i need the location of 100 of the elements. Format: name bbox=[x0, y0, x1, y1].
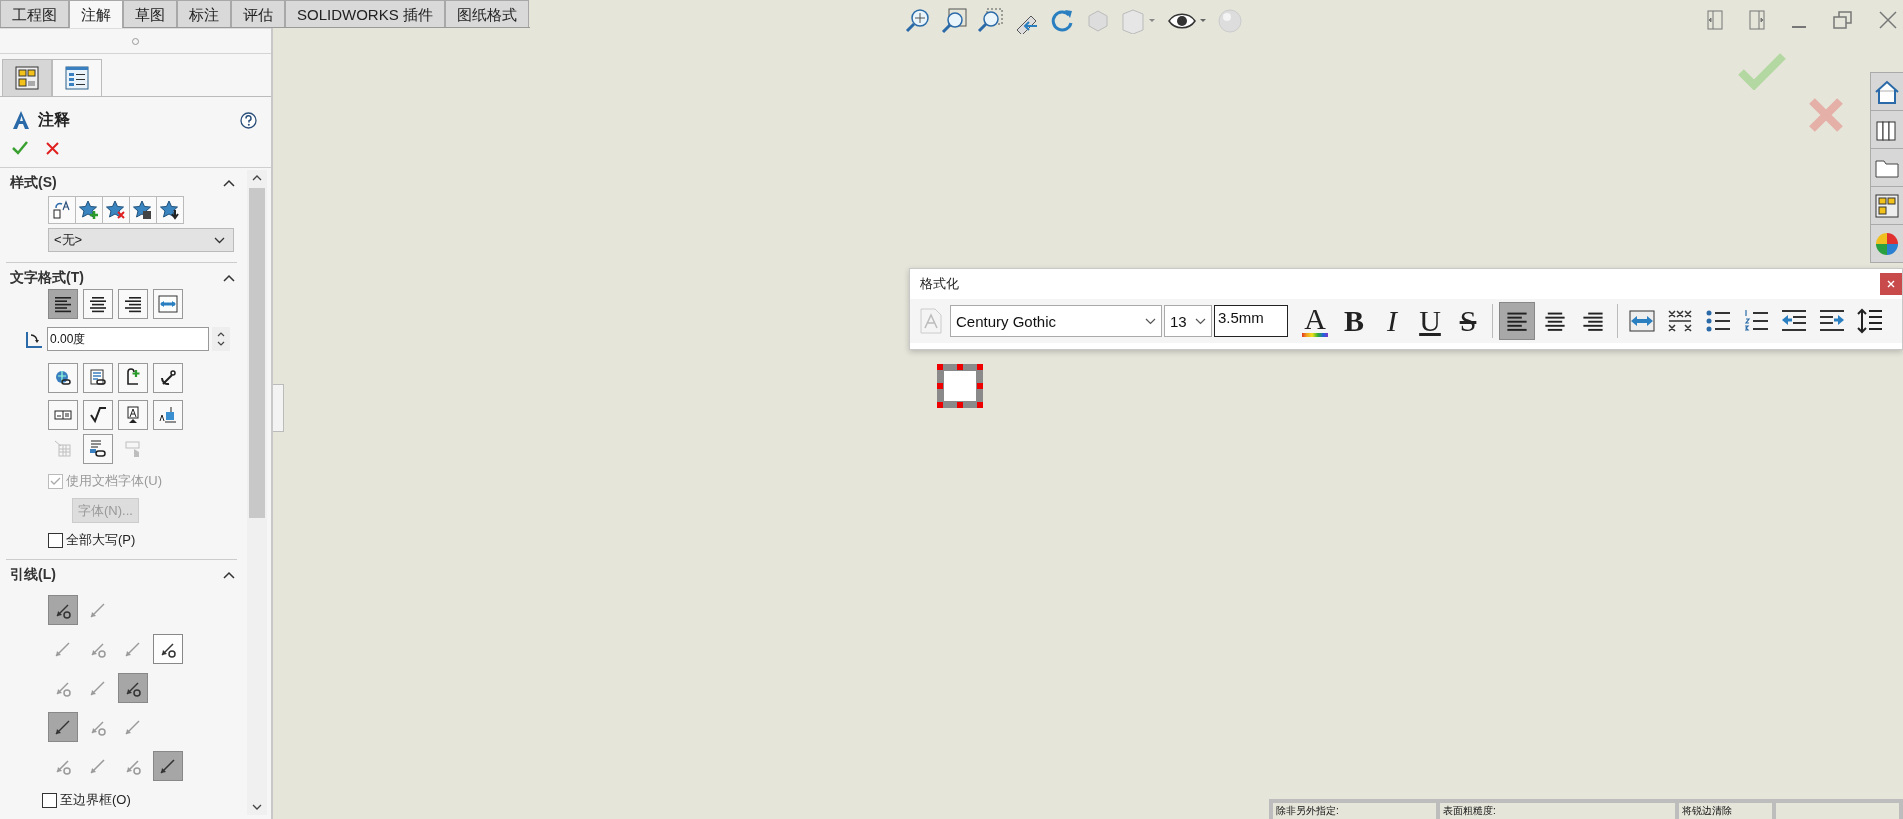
style-tool-button[interactable] bbox=[156, 196, 184, 224]
selected-note-box[interactable] bbox=[937, 364, 983, 408]
section-title: 文字格式(T) bbox=[10, 269, 84, 287]
align-button[interactable] bbox=[1499, 302, 1535, 340]
leader-arrow-icon bbox=[88, 678, 108, 698]
letter-a-icon bbox=[12, 110, 30, 130]
italic-button[interactable]: I bbox=[1374, 302, 1410, 340]
close-icon bbox=[1887, 280, 1895, 288]
task-pane-tab[interactable] bbox=[1870, 72, 1903, 111]
annotation-tool-button[interactable] bbox=[118, 363, 148, 393]
star-icon bbox=[79, 200, 99, 220]
leader-arrow-icon bbox=[123, 717, 143, 737]
chevron-down-icon bbox=[214, 236, 225, 244]
frame-hand-icon bbox=[123, 439, 143, 459]
outdent-icon bbox=[1781, 309, 1807, 333]
align-button[interactable] bbox=[118, 289, 148, 319]
rotate-icon[interactable] bbox=[1049, 8, 1075, 34]
star-icon bbox=[160, 200, 180, 220]
anchor-icon bbox=[158, 368, 178, 388]
annotation-tool-button[interactable] bbox=[83, 363, 113, 393]
close-icon[interactable] bbox=[1879, 11, 1897, 29]
dock-left-icon[interactable] bbox=[1707, 10, 1723, 30]
table-icon bbox=[53, 439, 73, 459]
task-pane-tab[interactable] bbox=[1870, 224, 1903, 263]
document-arrow-icon bbox=[52, 200, 72, 220]
text-align-icon bbox=[88, 294, 108, 314]
panel-tab[interactable] bbox=[2, 59, 52, 96]
close-button[interactable] bbox=[1880, 273, 1902, 295]
text-link-icon bbox=[88, 439, 108, 459]
collapse-icon[interactable] bbox=[223, 274, 235, 282]
scrollbar[interactable] bbox=[247, 170, 267, 815]
annotation-tool-button[interactable] bbox=[48, 363, 78, 393]
align-button[interactable] bbox=[83, 289, 113, 319]
leader-arrow-icon bbox=[88, 600, 108, 620]
list-link-icon bbox=[88, 368, 108, 388]
window-title: 格式化 bbox=[920, 275, 959, 293]
ribbon-tab[interactable]: 评估 bbox=[231, 0, 285, 27]
task-pane-tab[interactable] bbox=[1870, 110, 1903, 149]
style-tool-button[interactable] bbox=[75, 196, 103, 224]
zoom-icon[interactable] bbox=[905, 8, 931, 34]
leader-arrow-icon bbox=[53, 639, 73, 659]
collapse-icon[interactable] bbox=[223, 571, 235, 579]
underline-button[interactable]: U bbox=[1412, 302, 1448, 340]
confirm-check-icon[interactable] bbox=[1738, 52, 1786, 90]
panel-collapse-handle[interactable] bbox=[273, 384, 284, 432]
all-caps-checkbox[interactable]: 全部大写(P) bbox=[48, 531, 243, 549]
align-button[interactable] bbox=[48, 289, 78, 319]
layout-icon bbox=[15, 66, 39, 90]
ok-check-icon[interactable] bbox=[12, 141, 28, 155]
leader-style-button[interactable] bbox=[118, 673, 148, 703]
task-pane-tab[interactable] bbox=[1870, 148, 1903, 187]
check-icon bbox=[50, 476, 61, 486]
font-size-dropdown[interactable]: 13 bbox=[1164, 305, 1212, 337]
style-tool-button[interactable] bbox=[129, 196, 157, 224]
section-title: 引线(L) bbox=[10, 566, 56, 584]
ribbon-tab[interactable]: 图纸格式 bbox=[444, 0, 529, 27]
indent-icon bbox=[1819, 309, 1845, 333]
ribbon-tab[interactable]: 注解 bbox=[69, 0, 123, 28]
scroll-up-icon[interactable] bbox=[252, 174, 262, 182]
dock-right-icon[interactable] bbox=[1749, 10, 1765, 30]
ribbon-tab[interactable]: 工程图 bbox=[0, 0, 69, 27]
title-block-cell: 将锐边清除 bbox=[1679, 803, 1776, 819]
font-dropdown[interactable]: Century Gothic bbox=[950, 305, 1162, 337]
style-dropdown[interactable]: <无> bbox=[48, 228, 234, 252]
panel-tab[interactable] bbox=[52, 59, 102, 96]
font-color-button[interactable]: A bbox=[1302, 305, 1328, 337]
help-icon[interactable] bbox=[240, 111, 257, 129]
surface-finish-icon bbox=[88, 405, 108, 425]
leader-arrow-icon bbox=[53, 717, 73, 737]
style-tool-button[interactable] bbox=[102, 196, 130, 224]
globe-link-icon bbox=[53, 368, 73, 388]
collapse-icon[interactable] bbox=[223, 179, 235, 187]
bullet-list-icon bbox=[1705, 309, 1731, 333]
angle-field[interactable]: 0.00度 bbox=[47, 327, 209, 351]
leader-style-button[interactable] bbox=[153, 634, 183, 664]
scroll-down-icon[interactable] bbox=[252, 803, 262, 811]
ribbon-tab[interactable]: 草图 bbox=[123, 0, 177, 27]
leader-style-button[interactable] bbox=[48, 595, 78, 625]
annotation-tool-button[interactable] bbox=[118, 400, 148, 430]
house-icon bbox=[1874, 78, 1900, 105]
spinner-button[interactable] bbox=[212, 327, 230, 351]
strike-button[interactable]: S bbox=[1450, 302, 1486, 340]
fit-text-button[interactable] bbox=[153, 289, 183, 319]
annotation-tool-button[interactable] bbox=[83, 434, 113, 464]
ribbon-tab[interactable]: SOLIDWORKS 插件 bbox=[285, 0, 445, 27]
zoom-fit-icon[interactable] bbox=[941, 8, 967, 34]
leader-arrow-icon bbox=[158, 756, 178, 776]
ribbon-tab[interactable]: 标注 bbox=[177, 0, 231, 27]
task-pane-tab[interactable] bbox=[1870, 186, 1903, 225]
text-height-field[interactable]: 3.5mm bbox=[1214, 305, 1288, 337]
section-title: 样式(S) bbox=[10, 174, 57, 192]
restore-icon[interactable] bbox=[1833, 10, 1853, 30]
bold-button[interactable]: B bbox=[1336, 302, 1372, 340]
panel-title: 注释 bbox=[38, 109, 70, 130]
property-list-icon bbox=[65, 66, 89, 90]
cancel-icon[interactable] bbox=[46, 141, 59, 155]
zoom-area-icon[interactable] bbox=[977, 8, 1003, 34]
annotation-tool-button[interactable] bbox=[153, 363, 183, 393]
to-border-checkbox[interactable]: 至边界框(O) bbox=[42, 791, 243, 809]
annotation-tool-button[interactable] bbox=[83, 400, 113, 430]
